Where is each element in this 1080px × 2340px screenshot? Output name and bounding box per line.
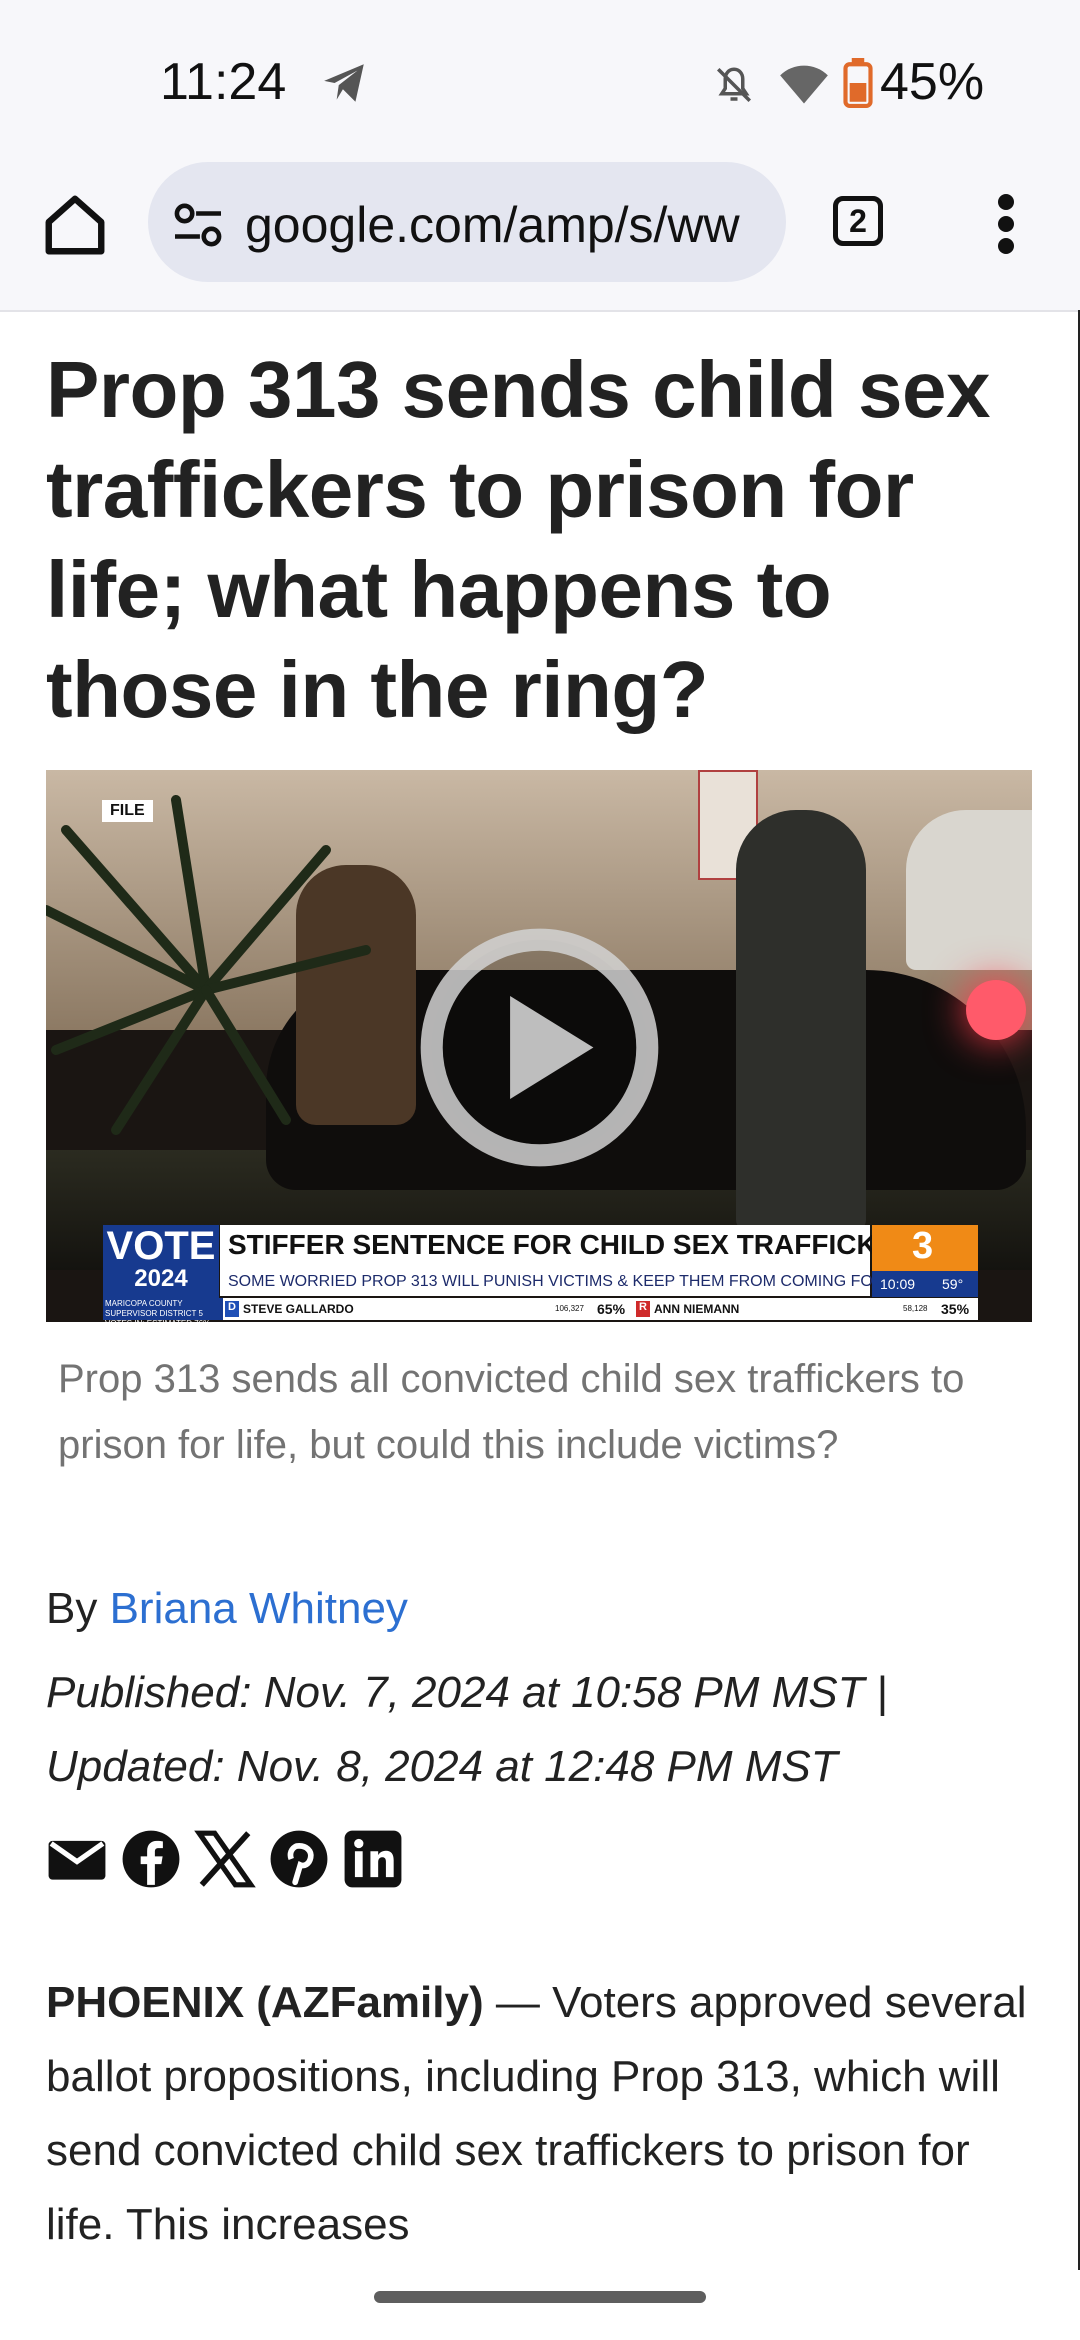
ticker-d-votes: 106,327: [555, 1304, 584, 1313]
video-palm-tree: [46, 795, 371, 1135]
published-date: Published: Nov. 7, 2024 at 10:58 PM MST: [46, 1668, 865, 1717]
linkedin-icon[interactable]: [342, 1828, 404, 1890]
video-player[interactable]: FILE VOTE 2024 STIFFER SENTENCE FOR CHIL…: [46, 770, 1032, 1322]
ticker-label: MARICOPA COUNTY SUPERVISOR DISTRICT 5 VO…: [103, 1298, 223, 1322]
article-body: PHOENIX (AZFamily) — Voters approved sev…: [46, 1966, 1046, 2262]
telegram-icon: [324, 64, 364, 102]
status-bar: 11:24 45%: [0, 0, 1080, 160]
ticker-r-votes: 58,128: [903, 1304, 928, 1313]
dateline: PHOENIX (AZFamily): [46, 1978, 484, 2027]
ticker-d-name: STEVE GALLARDO: [243, 1302, 354, 1316]
gesture-nav-handle[interactable]: [374, 2291, 706, 2303]
home-icon[interactable]: [40, 190, 110, 260]
broadcast-clock: 10:09: [880, 1276, 916, 1292]
ticker-r-party: R: [636, 1301, 650, 1317]
lower-third-headline: STIFFER SENTENCE FOR CHILD SEX TRAFFICKE…: [220, 1225, 934, 1271]
battery-icon: [843, 58, 873, 108]
updated-date: Updated: Nov. 8, 2024 at 12:48 PM MST: [46, 1742, 838, 1791]
status-time: 11:24: [160, 53, 287, 111]
vote-year: 2024: [134, 1265, 188, 1292]
lower-third-headline-text: STIFFER SENTENCE FOR CHILD SEX TRAFFICKE…: [228, 1229, 935, 1260]
publish-info: Published: Nov. 7, 2024 at 10:58 PM MST …: [46, 1656, 1046, 1804]
video-caption: Prop 313 sends all convicted child sex t…: [58, 1357, 965, 1467]
file-tag: FILE: [102, 800, 153, 822]
article-headline: Prop 313 sends child sex traffickers to …: [46, 345, 990, 734]
vote-2024-logo: VOTE 2024: [103, 1225, 219, 1299]
weather-box: 10:09 59°: [872, 1271, 978, 1297]
ticker-r-pct: 35%: [941, 1301, 970, 1317]
broadcast-temp: 59°: [942, 1276, 964, 1292]
video-car-background: [906, 810, 1032, 970]
x-icon[interactable]: [194, 1828, 256, 1890]
tab-switcher-button[interactable]: 2: [833, 196, 883, 246]
play-icon[interactable]: [417, 925, 662, 1170]
bell-off-icon: [717, 67, 751, 102]
vote-word: VOTE: [106, 1224, 216, 1268]
election-ticker: MARICOPA COUNTY SUPERVISOR DISTRICT 5 VO…: [103, 1298, 978, 1322]
browser-toolbar: google.com/amp/s/ww 2: [0, 160, 1080, 312]
lower-third-subline-text: SOME WORRIED PROP 313 WILL PUNISH VICTIM…: [228, 1273, 933, 1290]
more-menu-icon[interactable]: [996, 194, 1016, 254]
url-text[interactable]: google.com/amp/s/ww: [245, 196, 765, 254]
battery-percent: 45%: [880, 53, 985, 111]
email-icon[interactable]: [46, 1828, 108, 1890]
video-person-right: [736, 810, 866, 1230]
video-tail-light: [966, 980, 1026, 1040]
byline: By Briana Whitney: [46, 1584, 408, 1634]
site-settings-icon[interactable]: [170, 202, 226, 248]
channel-logo: 3: [872, 1225, 978, 1271]
byline-prefix: By: [46, 1584, 110, 1633]
date-separator: |: [864, 1668, 889, 1717]
channel-number: 3: [912, 1225, 934, 1267]
lower-third-subline: SOME WORRIED PROP 313 WILL PUNISH VICTIM…: [220, 1270, 932, 1296]
author-link[interactable]: Briana Whitney: [110, 1584, 408, 1633]
ticker-d-pct: 65%: [597, 1301, 626, 1317]
facebook-icon[interactable]: [120, 1828, 182, 1890]
ticker-d-party: D: [225, 1301, 239, 1317]
wifi-icon: [780, 65, 828, 104]
pinterest-icon[interactable]: [268, 1828, 330, 1890]
ticker-r-name: ANN NIEMANN: [654, 1302, 740, 1316]
